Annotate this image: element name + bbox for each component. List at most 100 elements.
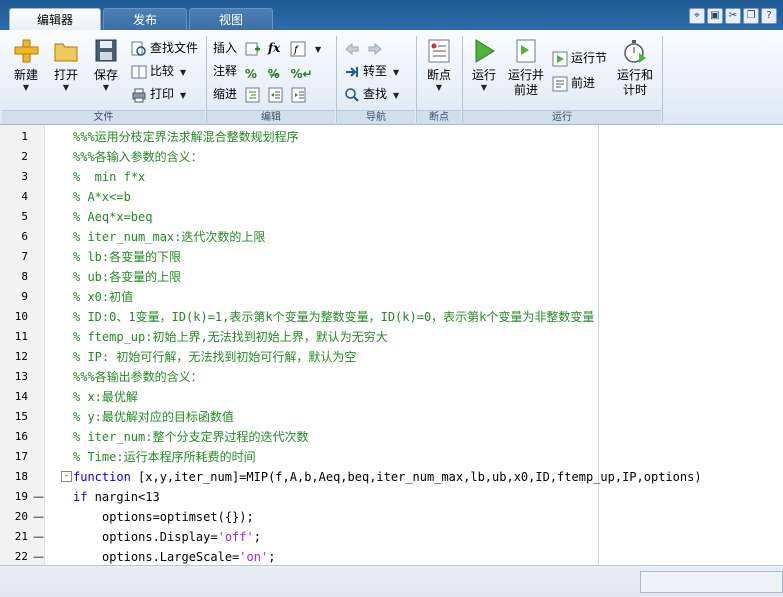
compare-button[interactable]: 比较 ▼ — [131, 61, 186, 81]
play-icon — [470, 38, 498, 64]
code-line[interactable]: 3 % min f*x — [0, 167, 783, 187]
save-icon[interactable]: ▣ — [707, 8, 723, 24]
compare-icon — [131, 64, 147, 80]
code-line[interactable]: 21 — options.Display='off'; — [0, 527, 783, 547]
executable-line-marker[interactable]: — — [33, 527, 44, 547]
code-line[interactable]: 2 %%%各输入参数的含义： — [0, 147, 783, 167]
goto-label: 转至 — [363, 64, 388, 78]
chevron-down-icon: ▼ — [480, 83, 488, 92]
comment-button[interactable]: 注释 % %̶ %↵ — [213, 61, 313, 81]
tab-view[interactable]: 视图 — [189, 8, 273, 31]
copy-icon[interactable]: ❐ — [743, 8, 759, 24]
code-line[interactable]: 7 % lb:各变量的下限 — [0, 247, 783, 267]
code-line[interactable]: 16 % iter_num:整个分支定界过程的迭代次数 — [0, 427, 783, 447]
insert-button[interactable]: 插入 — [213, 38, 264, 58]
indent-button[interactable]: 缩进 — [213, 84, 310, 104]
breakpoints-label: 断点 — [426, 68, 451, 82]
code-line[interactable]: 22 — options.LargeScale='on'; — [0, 547, 783, 567]
line-number: 5 — [21, 210, 28, 223]
open-button[interactable]: 打开 ▼ — [48, 38, 84, 93]
find-button[interactable]: 查找 ▼ — [344, 84, 399, 104]
chevron-down-icon: ▼ — [180, 91, 187, 100]
uncomment-icon: %̶ — [267, 66, 280, 81]
tab-publish[interactable]: 发布 — [103, 8, 187, 31]
code-text: % iter_num_max:迭代次数的上限 — [73, 227, 265, 247]
code-text: % Aeq*x=beq — [73, 207, 152, 227]
line-number: 17 — [14, 450, 28, 463]
code-text: % lb:各变量的下限 — [73, 247, 181, 267]
executable-line-marker[interactable]: — — [33, 507, 44, 527]
code-line[interactable]: 12 % IP: 初始可行解，无法找到初始可行解，默认为空 — [0, 347, 783, 367]
function-box-icon: f — [290, 41, 306, 57]
code-line[interactable]: 11 % ftemp_up:初始上界,无法找到初始上界，默认为无穷大 — [0, 327, 783, 347]
code-line[interactable]: 14 % x:最优解 — [0, 387, 783, 407]
code-line[interactable]: 9 % x0:初值 — [0, 287, 783, 307]
line-number: 10 — [14, 310, 28, 323]
run-and-time-button[interactable]: 运行和 计时 — [614, 38, 656, 98]
run-section-icon — [552, 51, 568, 67]
code-line[interactable]: 6 % iter_num_max:迭代次数的上限 — [0, 227, 783, 247]
code-token-comment: % ID:0、1变量，ID(k)=1,表示第k个变量为整数变量，ID(k)=0，… — [73, 310, 595, 324]
code-line[interactable]: 20 — options=optimset({}); — [0, 507, 783, 527]
back-arrow-icon[interactable] — [344, 41, 360, 57]
run-section-button[interactable]: 运行节 — [552, 48, 607, 68]
save-button[interactable]: 保存 ▼ — [88, 38, 124, 93]
code-text: % ub:各变量的上限 — [73, 267, 181, 287]
wrap-comment-icon: %↵ — [290, 66, 313, 81]
code-text: options.LargeScale='on'; — [102, 547, 275, 567]
chevron-down-icon: ▼ — [435, 83, 443, 92]
save-label: 保存 — [93, 68, 118, 82]
code-line[interactable]: 15 % y:最优解对应的目标函数值 — [0, 407, 783, 427]
code-text: %%%各输入参数的含义： — [73, 147, 203, 167]
forward-arrow-icon[interactable] — [367, 41, 383, 57]
executable-line-marker[interactable]: — — [33, 487, 44, 507]
cut-icon[interactable]: ✂ — [725, 8, 741, 24]
code-text: options=optimset({}); — [102, 507, 254, 527]
code-line[interactable]: 13 %%%各输出参数的含义： — [0, 367, 783, 387]
line-number: 7 — [21, 250, 28, 263]
code-line[interactable]: 4 % A*x<=b — [0, 187, 783, 207]
breakpoints-button[interactable]: 断点 ▼ — [421, 38, 457, 93]
new-label: 新建 — [13, 68, 38, 82]
goto-button[interactable]: 转至 ▼ — [344, 61, 399, 81]
tab-editor[interactable]: 编辑器 — [9, 8, 101, 31]
code-line[interactable]: 17 % Time:运行本程序所耗费的时间 — [0, 447, 783, 467]
code-token-comment: % y:最优解对应的目标函数值 — [73, 410, 234, 424]
chevron-down-icon: ▼ — [393, 91, 400, 100]
run-button[interactable]: 运行 ▼ — [466, 38, 502, 93]
code-token-kw: if — [73, 490, 88, 504]
code-line[interactable]: 10 % ID:0、1变量，ID(k)=1,表示第k个变量为整数变量，ID(k)=… — [0, 307, 783, 327]
print-label: 打印 — [150, 87, 175, 101]
find-label: 查找 — [363, 87, 388, 101]
run-and-advance-button[interactable]: 运行并 前进 — [506, 38, 546, 98]
code-token-plain: [x,y,iter_num]=MIP(f,A,b,Aeq,beq,iter_nu… — [130, 470, 702, 484]
code-token-comment: % lb:各变量的下限 — [73, 250, 182, 264]
code-line[interactable]: 8 % ub:各变量的上限 — [0, 267, 783, 287]
code-line[interactable]: 19 — if nargin<13 — [0, 487, 783, 507]
advance-button[interactable]: 前进 — [552, 73, 595, 93]
code-text: % x0:初值 — [73, 287, 133, 307]
code-fold-toggle[interactable]: - — [61, 471, 72, 482]
insert-function-button[interactable]: fx — [268, 38, 280, 58]
comment-percent-icon: % — [244, 66, 257, 81]
code-line[interactable]: 1 %%%运用分枝定界法求解混合整数规划程序 — [0, 127, 783, 147]
stopwatch-icon — [621, 38, 649, 64]
code-text: % x:最优解 — [73, 387, 138, 407]
code-text: % ftemp_up:初始上界,无法找到初始上界，默认为无穷大 — [73, 327, 388, 347]
function-dropdown[interactable]: f ▼ — [290, 38, 321, 58]
code-token-plain: ; — [253, 530, 261, 544]
code-editor[interactable]: 1 %%%运用分枝定界法求解混合整数规划程序 2 %%%各输入参数的含义： 3 % min… — [0, 125, 783, 565]
group-label-navigate: 导航 — [337, 110, 415, 124]
new-button[interactable]: 新建 ▼ — [8, 38, 44, 93]
pin-icon[interactable]: ⌖ — [689, 8, 705, 24]
code-line[interactable]: 5 % Aeq*x=beq — [0, 207, 783, 227]
line-number: 18 — [14, 470, 28, 483]
ribbon: 新建 ▼ 打开 ▼ 保存 ▼ 查找文件 比较 ▼ 打印 ▼ 文件 插入 fx f ▼ … — [0, 30, 783, 125]
back-forward-buttons[interactable] — [344, 38, 386, 58]
code-line[interactable]: 18 - function [x,y,iter_num]=MIP(f,A,b,Aeq… — [0, 467, 783, 487]
find-files-button[interactable]: 查找文件 — [131, 38, 198, 58]
print-button[interactable]: 打印 ▼ — [131, 84, 186, 104]
help-icon[interactable]: ? — [761, 8, 777, 24]
executable-line-marker[interactable]: — — [33, 547, 44, 567]
code-text: if nargin<13 — [73, 487, 160, 507]
